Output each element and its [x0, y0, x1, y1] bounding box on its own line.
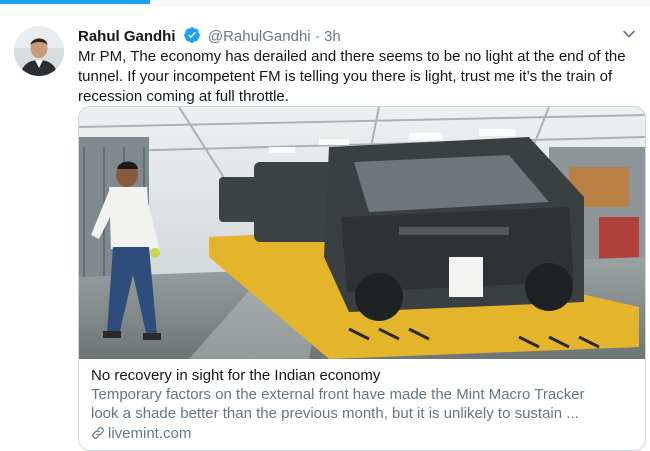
card-title: No recovery in sight for the Indian econ…	[91, 367, 381, 384]
active-tab-indicator	[0, 0, 150, 4]
tweet-header: Rahul Gandhi @RahulGandhi · 3h	[78, 26, 341, 48]
card-domain-text[interactable]: livemint.com	[108, 425, 191, 442]
card-domain: livemint.com	[91, 424, 636, 443]
chevron-down-icon[interactable]	[621, 26, 637, 42]
card-description-line-2: look a shade better than the previous mo…	[91, 405, 579, 422]
verified-badge-icon	[183, 27, 200, 43]
card-image	[79, 107, 645, 359]
tweet[interactable]: Rahul Gandhi @RahulGandhi · 3h Mr PM, Th…	[0, 6, 650, 451]
avatar[interactable]	[14, 26, 64, 76]
tweet-text: Mr PM, The economy has derailed and ther…	[78, 48, 626, 105]
timestamp[interactable]: 3h	[324, 28, 341, 45]
link-preview-card[interactable]: No recovery in sight for the Indian econ…	[78, 106, 646, 451]
author-name[interactable]: Rahul Gandhi	[78, 28, 176, 45]
link-icon	[92, 427, 104, 439]
author-handle[interactable]: @RahulGandhi	[208, 28, 311, 45]
card-body: No recovery in sight for the Indian econ…	[91, 366, 636, 443]
avatar-image	[14, 26, 64, 76]
separator-dot: ·	[314, 28, 320, 45]
card-description-line-1: Temporary factors on the external front …	[91, 386, 585, 403]
